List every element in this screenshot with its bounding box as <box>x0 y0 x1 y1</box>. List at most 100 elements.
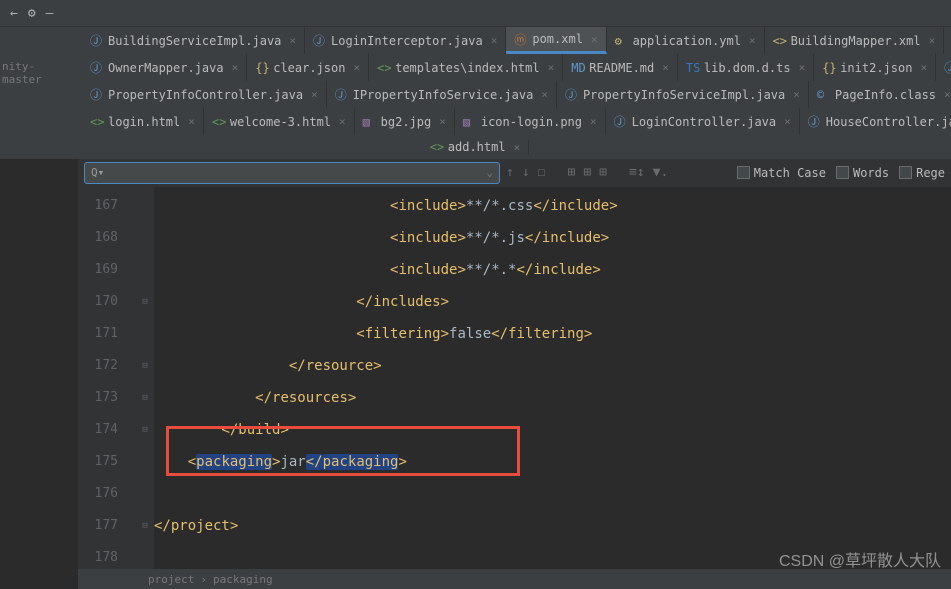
code-area[interactable]: <include>**/*.css</include> <include>**/… <box>154 187 951 574</box>
editor-tab[interactable]: ⒿLoginInterceptor.java× <box>305 27 506 54</box>
file-type-icon: ⚙ <box>615 34 628 47</box>
fold-column[interactable]: ⊟⊟⊟⊟⊟ <box>136 187 154 574</box>
editor-tab[interactable]: ⚙ application.yml × <box>607 27 765 54</box>
back-icon[interactable]: ← <box>10 6 18 21</box>
editor-tab[interactable]: MD README.md × <box>563 54 678 81</box>
settings-icon[interactable]: ≡↕ <box>629 165 645 180</box>
breadcrumb-sep: › <box>200 573 207 586</box>
code-editor[interactable]: 167168169170171172173174175176177178 ⊟⊟⊟… <box>78 187 951 574</box>
title-bar: ← ⚙ — <box>0 0 951 27</box>
close-icon[interactable]: × <box>929 34 936 47</box>
file-type-icon: ▧ <box>363 115 376 128</box>
filter-icon-1[interactable]: ⊞ <box>567 165 575 180</box>
close-icon[interactable]: × <box>232 61 239 74</box>
close-icon[interactable]: × <box>289 34 296 47</box>
close-icon[interactable]: × <box>339 115 346 128</box>
close-icon[interactable]: × <box>353 61 360 74</box>
editor-tab[interactable]: ⒿCo× <box>936 54 951 81</box>
close-icon[interactable]: × <box>799 61 806 74</box>
file-type-icon: {} <box>255 61 268 74</box>
search-input[interactable]: ⌄ <box>84 162 500 184</box>
close-icon[interactable]: × <box>541 88 548 101</box>
file-type-icon: TS <box>686 61 699 74</box>
close-icon[interactable]: × <box>662 61 669 74</box>
regex-checkbox[interactable]: Rege <box>899 166 945 180</box>
tab-label: login.html <box>108 115 180 129</box>
gear-icon[interactable]: ⚙ <box>28 6 36 21</box>
close-icon[interactable]: × <box>491 34 498 47</box>
file-type-icon: <> <box>430 141 443 154</box>
file-type-icon: Ⓙ <box>90 34 103 47</box>
tab-label: init2.json <box>840 61 912 75</box>
select-all-icon[interactable]: ☐ <box>538 165 546 180</box>
editor-tab[interactable]: <>BuildingMapper.xml× <box>765 27 945 54</box>
tab-label: welcome-3.html <box>230 115 331 129</box>
funnel-icon[interactable]: ▼. <box>653 165 669 180</box>
tab-label: HouseController.java <box>826 115 951 129</box>
editor-tab[interactable]: <>login.html× <box>82 108 204 135</box>
filter-icon-2[interactable]: ⊞ <box>583 165 591 180</box>
editor-tab[interactable]: ⒿLoginController.java× <box>606 108 800 135</box>
editor-tab[interactable]: ⒿOwnerMapper.java× <box>82 54 247 81</box>
file-type-icon: Ⓙ <box>90 88 103 101</box>
tab-label: application.yml <box>633 34 741 48</box>
tab-label: templates\index.html <box>395 61 540 75</box>
tab-label: lib.dom.d.ts <box>704 61 791 75</box>
editor-tab[interactable]: {} init2.json × <box>814 54 936 81</box>
file-type-icon: Ⓙ <box>313 34 326 47</box>
close-icon[interactable]: × <box>920 61 927 74</box>
editor-tab[interactable]: <> add.html × <box>422 140 529 154</box>
file-type-icon: <> <box>377 61 390 74</box>
file-type-icon: {} <box>822 61 835 74</box>
close-icon[interactable]: × <box>944 88 951 101</box>
close-icon[interactable]: × <box>590 115 597 128</box>
close-icon[interactable]: × <box>439 115 446 128</box>
filter-icon-3[interactable]: ⊞ <box>599 165 607 180</box>
close-icon[interactable]: × <box>591 33 598 46</box>
close-icon[interactable]: × <box>784 115 791 128</box>
file-type-icon: Ⓙ <box>944 61 951 74</box>
editor-tab[interactable]: ⒿIPropertyInfoService.java× <box>327 81 557 108</box>
file-type-icon: MD <box>571 61 584 74</box>
tab-label: add.html <box>448 140 506 154</box>
editor-tab[interactable]: ⒿPropertyInfoController.java× <box>82 81 327 108</box>
project-name-fragment: nity-master <box>0 60 70 86</box>
editor-tab[interactable]: ©PageInfo.class× <box>809 81 951 108</box>
editor-tab[interactable]: {}clear.json× <box>247 54 369 81</box>
breadcrumb-item[interactable]: packaging <box>213 573 273 586</box>
close-icon[interactable]: × <box>311 88 318 101</box>
editor-tab[interactable]: ⒿBuilding× <box>944 27 951 54</box>
tab-label: bg2.jpg <box>381 115 432 129</box>
next-match-icon[interactable]: ↓ <box>522 165 530 180</box>
editor-tab[interactable]: ▧icon-login.png× <box>455 108 606 135</box>
editor-tab[interactable]: <> templates\index.html × <box>369 54 563 81</box>
breadcrumb[interactable]: project › packaging <box>78 569 951 589</box>
search-nav-icons: ↑ ↓ ☐ ⊞ ⊞ ⊞ ≡↕ ▼. <box>506 165 668 180</box>
words-checkbox[interactable]: Words <box>836 166 889 180</box>
watermark: CSDN @草坪散人大队 <box>779 547 941 571</box>
editor-tab[interactable]: TS lib.dom.d.ts × <box>678 54 814 81</box>
editor-tab[interactable]: ▧ bg2.jpg × <box>355 108 455 135</box>
file-type-icon: Ⓙ <box>335 88 348 101</box>
prev-match-icon[interactable]: ↑ <box>506 165 514 180</box>
tab-label: README.md <box>589 61 654 75</box>
tab-label: BuildingServiceImpl.java <box>108 34 281 48</box>
close-icon[interactable]: × <box>188 115 195 128</box>
editor-tab[interactable]: Ⓙ BuildingServiceImpl.java × <box>82 27 305 54</box>
find-bar: ⌄ ↑ ↓ ☐ ⊞ ⊞ ⊞ ≡↕ ▼. Match Case Words Reg… <box>78 159 951 187</box>
editor-tab[interactable]: <>welcome-3.html× <box>204 108 355 135</box>
close-icon[interactable]: × <box>514 141 521 154</box>
match-case-checkbox[interactable]: Match Case <box>737 166 826 180</box>
file-type-icon: Ⓙ <box>614 115 627 128</box>
breadcrumb-item[interactable]: project <box>148 573 194 586</box>
editor-tab[interactable]: ⓜpom.xml× <box>506 27 606 54</box>
close-icon[interactable]: × <box>793 88 800 101</box>
minus-icon[interactable]: — <box>46 6 54 21</box>
close-icon[interactable]: × <box>548 61 555 74</box>
editor-tabs: ⒿBuildingServiceImpl.java×ⒿLoginIntercep… <box>0 27 951 159</box>
file-type-icon: <> <box>773 34 786 47</box>
close-icon[interactable]: × <box>749 34 756 47</box>
tab-label: pom.xml <box>532 32 583 46</box>
editor-tab[interactable]: ⒿHouseController.java× <box>800 108 951 135</box>
editor-tab[interactable]: ⒿPropertyInfoServiceImpl.java× <box>557 81 809 108</box>
